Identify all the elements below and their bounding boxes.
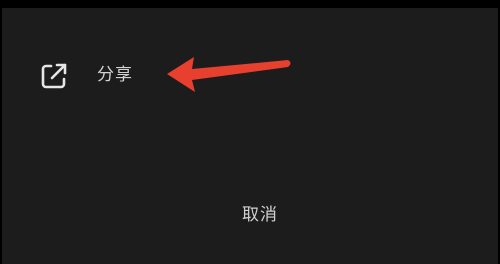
share-external-icon: [38, 60, 70, 92]
top-strip: [0, 0, 500, 8]
share-menu-item[interactable]: 分享: [2, 56, 498, 100]
action-sheet: 分享 取消: [2, 8, 498, 264]
share-label: 分享: [97, 65, 133, 85]
cancel-button[interactable]: 取消: [200, 190, 320, 234]
